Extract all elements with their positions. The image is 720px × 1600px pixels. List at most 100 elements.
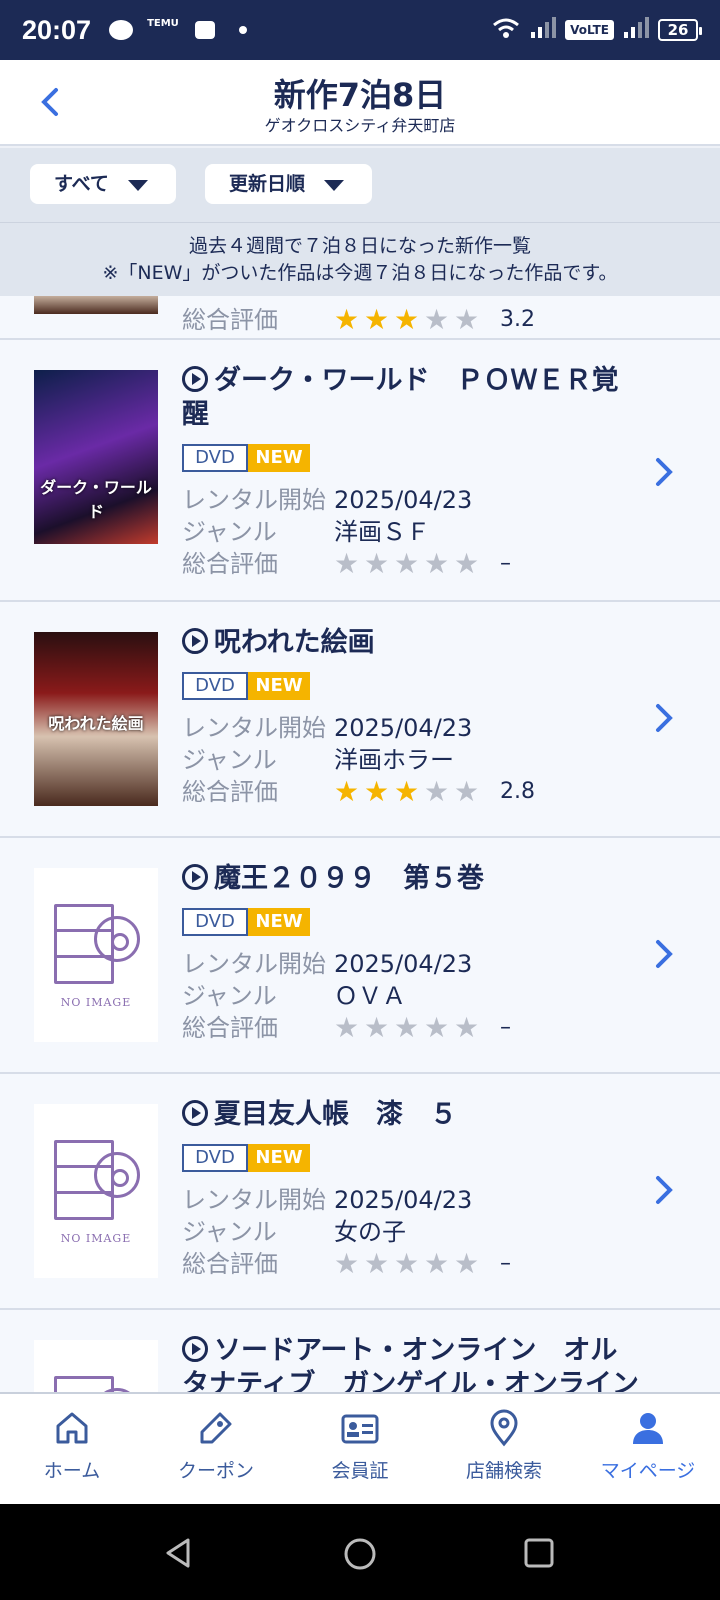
- star-icon: ★: [334, 775, 360, 808]
- item-title: 呪われた絵画: [182, 626, 642, 660]
- genre-value: ＯＶＡ: [334, 982, 406, 1010]
- category-dropdown[interactable]: すべて: [30, 164, 176, 204]
- star-icon: ★: [394, 775, 420, 808]
- item-title-text: ダーク・ワールド ＰＯＷＥＲ覚醒: [182, 365, 619, 430]
- item-meta: レンタル開始 2025/04/23 ジャンル 洋画ホラー 総合評価 ★ ★ ★ ★ ★ 2.…: [182, 712, 535, 808]
- more-notifications-dot: [238, 26, 247, 34]
- badges: DVD NEW: [182, 444, 310, 472]
- star-icon: ★: [394, 1247, 420, 1280]
- tab-coupon[interactable]: クーポン: [144, 1394, 288, 1504]
- chevron-right-icon[interactable]: [652, 452, 676, 492]
- star-icon: ★: [424, 303, 450, 336]
- star-icon: ★: [364, 547, 390, 580]
- star-icon: ★: [394, 1011, 420, 1044]
- play-circle-icon: [182, 628, 208, 654]
- notice-line-1: 過去４週間で７泊８日になった新作一覧: [188, 235, 531, 257]
- star-icon: ★: [364, 775, 390, 808]
- item-title: ダーク・ワールド ＰＯＷＥＲ覚醒: [182, 364, 642, 432]
- list-item[interactable]: ダーク・ワールド ダーク・ワールド ＰＯＷＥＲ覚醒 DVD NEW レンタル開始…: [0, 340, 720, 602]
- rental-start-date: 2025/04/23: [334, 1186, 473, 1214]
- rating-stars: ★ ★ ★ ★ ★ –: [334, 1248, 511, 1280]
- member-card-icon: [340, 1408, 380, 1448]
- new-badge: NEW: [248, 1144, 310, 1172]
- rating-score: –: [500, 1251, 511, 1276]
- no-image-placeholder: NO IMAGE: [34, 1104, 158, 1278]
- star-icon: ★: [334, 1011, 360, 1044]
- cover-image: 呪われた絵画: [34, 632, 158, 806]
- no-image-placeholder: NO IMAGE: [34, 868, 158, 1042]
- rating-label: 総合評価: [182, 550, 278, 578]
- poster-title: 呪われた絵画: [48, 714, 144, 733]
- star-icon: ★: [364, 303, 390, 336]
- person-icon: [628, 1408, 668, 1448]
- tab-store-search[interactable]: 店舗検索: [432, 1394, 576, 1504]
- chat-bubble-icon: [109, 20, 134, 40]
- recents-square-icon[interactable]: [522, 1536, 556, 1570]
- item-meta: レンタル開始 2025/04/23 ジャンル 洋画ＳＦ 総合評価 ★ ★ ★ ★ ★ –: [182, 484, 511, 580]
- notice-line-2: ※「NEW」がついた作品は今週７泊８日になった作品です。: [102, 262, 618, 284]
- genre-value: 洋画ＳＦ: [334, 518, 430, 546]
- case-icon: [54, 1140, 114, 1220]
- tab-home-label: ホーム: [43, 1460, 101, 1482]
- list-item[interactable]: NO IMAGE 夏目友人帳 漆 ５ DVD NEW レンタル開始 2025/04…: [0, 1074, 720, 1310]
- signal-icon: [529, 16, 557, 44]
- dvd-badge: DVD: [182, 444, 248, 472]
- star-icon: ★: [454, 775, 480, 808]
- volte-badge: VoLTE: [565, 20, 614, 40]
- back-triangle-icon[interactable]: [162, 1536, 196, 1570]
- cover-image: ダーク・ワールド: [34, 370, 158, 544]
- rating-score: 2.8: [500, 779, 535, 804]
- star-icon: ★: [424, 547, 450, 580]
- caret-down-icon: [128, 180, 148, 191]
- genre-label: ジャンル: [182, 982, 277, 1010]
- rating-score: –: [500, 551, 511, 576]
- star-icon: ★: [454, 1011, 480, 1044]
- star-icon: ★: [334, 1247, 360, 1280]
- tab-home[interactable]: ホーム: [0, 1394, 144, 1504]
- chevron-right-icon[interactable]: [652, 1170, 676, 1210]
- home-icon: [52, 1408, 92, 1448]
- play-circle-icon: [182, 1336, 208, 1362]
- new-badge: NEW: [248, 672, 310, 700]
- store-name: ゲオクロスシティ弁天町店: [264, 116, 456, 135]
- star-icon: ★: [424, 1247, 450, 1280]
- rating-label: 総合評価: [182, 1250, 278, 1278]
- system-nav-bar: [0, 1504, 720, 1600]
- chevron-right-icon[interactable]: [652, 934, 676, 974]
- list-item[interactable]: 呪われた絵画 呪われた絵画 DVD NEW レンタル開始 2025/04/23 ジ…: [0, 602, 720, 838]
- star-icon: ★: [394, 303, 420, 336]
- star-icon: ★: [364, 1011, 390, 1044]
- list-item[interactable]: ソードアート・オンライン オルタナティブ ガンゲイル・オンライン: [0, 1310, 720, 1392]
- play-circle-icon: [182, 366, 208, 392]
- rental-start-date: 2025/04/23: [334, 714, 473, 742]
- rental-start-label: レンタル開始: [182, 714, 326, 742]
- item-title-text: 夏目友人帳 漆 ５: [214, 1099, 457, 1130]
- no-image-placeholder: [34, 1340, 158, 1392]
- list-item[interactable]: 総合評価 ★ ★ ★ ★ ★ 3.2: [0, 296, 720, 340]
- item-title-text: 魔王２０９９ 第５巻: [214, 863, 484, 894]
- notice-text: 過去４週間で７泊８日になった新作一覧 ※「NEW」がついた作品は今週７泊８日にな…: [0, 222, 720, 296]
- badges: DVD NEW: [182, 672, 310, 700]
- coupon-icon: [196, 1408, 236, 1448]
- title-list: 総合評価 ★ ★ ★ ★ ★ 3.2 ダーク・ワールド ダーク・ワールド ＰＯＷＥＲ覚醒…: [0, 296, 720, 1392]
- star-icon: ★: [394, 547, 420, 580]
- sort-dropdown[interactable]: 更新日順: [205, 164, 372, 204]
- signal-icon-2: [622, 16, 650, 44]
- cover-image: [34, 296, 158, 314]
- item-title-text: 呪われた絵画: [214, 627, 375, 658]
- tab-member-card[interactable]: 会員証: [288, 1394, 432, 1504]
- genre-label: ジャンル: [182, 746, 277, 774]
- star-icon: ★: [364, 1247, 390, 1280]
- list-item[interactable]: NO IMAGE 魔王２０９９ 第５巻 DVD NEW レンタル開始 2025/0…: [0, 838, 720, 1074]
- tab-my-page[interactable]: マイページ: [576, 1394, 720, 1504]
- location-pin-icon: [484, 1408, 524, 1448]
- rental-start-label: レンタル開始: [182, 1186, 326, 1214]
- star-icon: ★: [334, 547, 360, 580]
- star-icon: ★: [454, 547, 480, 580]
- tab-my-page-label: マイページ: [600, 1460, 696, 1482]
- rating-label: 総合評価: [182, 306, 278, 334]
- page-title: 新作7泊8日: [273, 76, 447, 114]
- chevron-right-icon[interactable]: [652, 698, 676, 738]
- home-circle-icon[interactable]: [342, 1536, 378, 1572]
- rental-start-label: レンタル開始: [182, 950, 326, 978]
